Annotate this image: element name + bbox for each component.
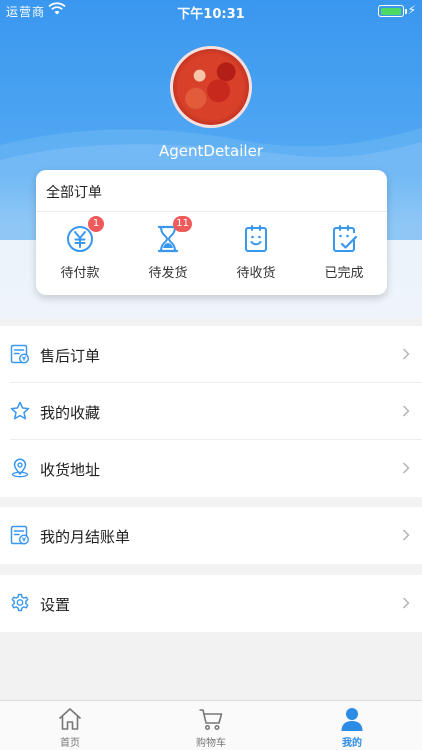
order-item-label: 已完成 (324, 266, 364, 281)
order-pending-payment[interactable]: 1 待付款 (36, 216, 124, 284)
home-icon (58, 708, 82, 730)
gear-icon (11, 593, 29, 612)
menu-group-billing: 我的月结账单 (0, 507, 422, 564)
smile-clipboard-icon (245, 225, 267, 252)
star-icon (10, 401, 30, 420)
menu-item-label: 设置 (40, 596, 71, 614)
tab-label: 购物车 (196, 738, 226, 749)
order-item-label: 待付款 (60, 266, 100, 281)
menu-item-after-sales[interactable]: 售后订单 (0, 326, 422, 383)
tab-cart[interactable]: 购物车 (161, 706, 261, 749)
pending-shipment-badge: 11 (173, 216, 192, 232)
menu-item-label: 我的月结账单 (40, 528, 131, 546)
chevron-right-icon (402, 597, 410, 609)
clock: 下午10:31 (177, 7, 245, 22)
order-item-label: 待收货 (236, 266, 276, 281)
tab-label: 首页 (60, 738, 80, 749)
user-icon (341, 708, 363, 731)
orders-card: 全部订单 1 待付款 11 待发货 待收货 已完成 (36, 170, 387, 295)
menu-group-orders: 售后订单 我的收藏 收货地址 (0, 326, 422, 497)
order-completed[interactable]: 已完成 (300, 224, 388, 284)
avatar[interactable] (170, 46, 252, 128)
menu-item-monthly-bill[interactable]: 我的月结账单 (0, 507, 422, 564)
order-item-label: 待发货 (148, 266, 188, 281)
username: AgentDetailer (159, 142, 263, 160)
status-bar: 运营商 下午10:31 ⚡ (0, 0, 422, 22)
order-pending-shipment[interactable]: 11 待发货 (124, 216, 212, 284)
chevron-right-icon (402, 529, 410, 541)
order-pending-receipt[interactable]: 待收货 (212, 224, 300, 284)
receipt-icon (10, 344, 30, 364)
tab-bar: 首页 购物车 我的 (0, 700, 422, 750)
check-clipboard-icon (333, 225, 358, 252)
chevron-right-icon (402, 405, 410, 417)
pending-payment-badge: 1 (88, 216, 104, 232)
battery-icon (378, 5, 407, 17)
all-orders-link[interactable]: 全部订单 (46, 182, 102, 202)
cart-icon (199, 709, 223, 731)
menu-item-settings[interactable]: 设置 (0, 575, 422, 632)
chevron-right-icon (402, 462, 410, 474)
tab-home[interactable]: 首页 (20, 706, 120, 749)
menu-item-label: 售后订单 (40, 347, 101, 365)
tab-label: 我的 (342, 738, 362, 749)
location-pin-icon (11, 458, 29, 478)
menu-group-settings: 设置 (0, 575, 422, 632)
menu-item-label: 收货地址 (40, 461, 101, 479)
menu-item-favorites[interactable]: 我的收藏 (0, 383, 422, 440)
chevron-right-icon (402, 348, 410, 360)
charging-bolt-icon: ⚡ (407, 3, 416, 17)
menu-item-address[interactable]: 收货地址 (0, 440, 422, 497)
tab-mine[interactable]: 我的 (302, 706, 402, 749)
menu-item-label: 我的收藏 (40, 404, 101, 422)
bill-icon (10, 525, 30, 545)
card-divider (36, 211, 387, 212)
